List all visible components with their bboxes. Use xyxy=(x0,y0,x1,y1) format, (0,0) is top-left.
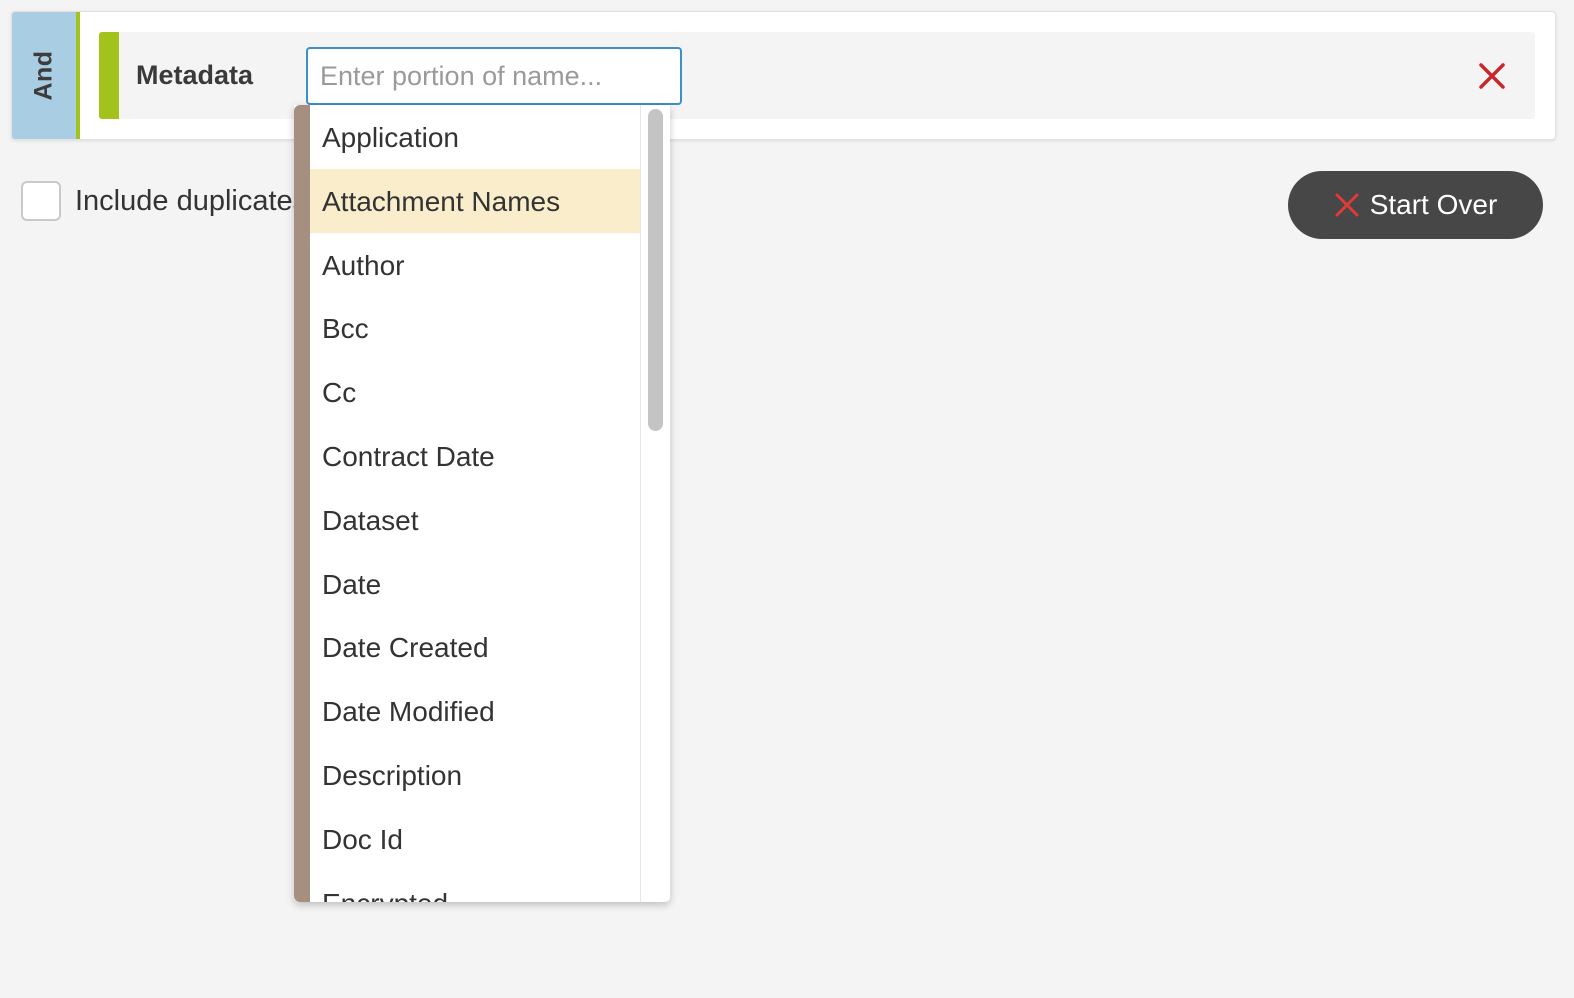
include-duplicates-checkbox[interactable] xyxy=(21,181,61,221)
include-duplicates-row: Include duplicates xyxy=(21,180,307,222)
start-over-button[interactable]: Start Over xyxy=(1288,171,1543,239)
dropdown-item-date-created[interactable]: Date Created xyxy=(310,615,640,679)
dropdown-item-attachment-names[interactable]: Attachment Names xyxy=(310,168,640,233)
metadata-name-input[interactable] xyxy=(306,47,682,105)
dropdown-item-cc[interactable]: Cc xyxy=(310,360,640,424)
dropdown-item-description[interactable]: Description xyxy=(310,743,640,807)
dropdown-item-author[interactable]: Author xyxy=(310,233,640,297)
start-over-label: Start Over xyxy=(1369,189,1498,220)
dropdown-accent-bar xyxy=(294,105,310,902)
dropdown-item-bcc[interactable]: Bcc xyxy=(310,296,640,360)
include-duplicates-label: Include duplicates xyxy=(75,184,308,217)
close-icon[interactable] xyxy=(1477,61,1507,91)
and-divider xyxy=(76,12,80,139)
condition-label: Metadata xyxy=(136,60,254,90)
dropdown-item-doc-id[interactable]: Doc Id xyxy=(310,807,640,871)
dropdown-item-encrypted[interactable]: Encrypted xyxy=(310,871,640,902)
dropdown-list: Application Attachment Names Author Bcc … xyxy=(310,105,640,902)
dropdown-item-application[interactable]: Application xyxy=(310,105,640,169)
condition-accent-bar xyxy=(99,32,119,119)
dropdown-item-date-modified[interactable]: Date Modified xyxy=(310,679,640,743)
and-operator-tab[interactable]: And xyxy=(12,12,76,139)
metadata-dropdown: Application Attachment Names Author Bcc … xyxy=(294,105,670,902)
dropdown-scrollbar-thumb[interactable] xyxy=(648,109,663,431)
and-operator-label: And xyxy=(29,50,58,101)
close-icon xyxy=(1335,193,1359,217)
dropdown-item-date[interactable]: Date xyxy=(310,552,640,616)
dropdown-item-dataset[interactable]: Dataset xyxy=(310,488,640,552)
query-panel: And Metadata xyxy=(11,11,1556,140)
dropdown-item-contract-date[interactable]: Contract Date xyxy=(310,424,640,488)
